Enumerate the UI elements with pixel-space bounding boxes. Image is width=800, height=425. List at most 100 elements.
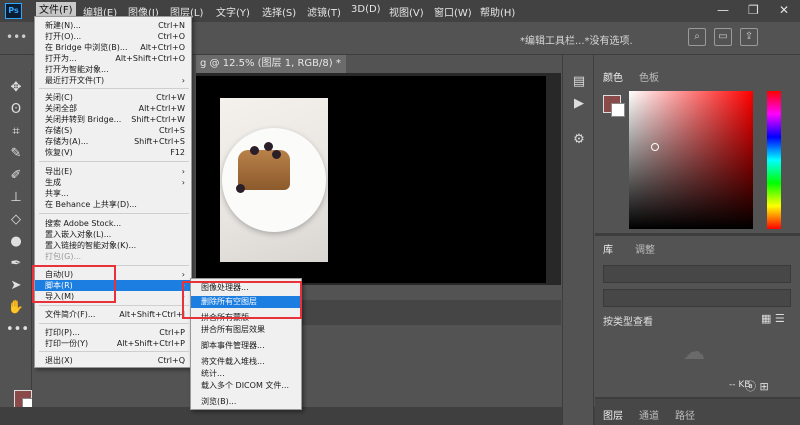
submenu-item-load-dicom[interactable]: 载入多个 DICOM 文件... <box>201 380 299 392</box>
menu-filter[interactable]: 滤镜(T) <box>307 4 341 19</box>
menu-item-place-linked[interactable]: 置入链接的智能对象(K)... <box>45 240 185 251</box>
grid-view-icon[interactable]: ▦ ☰ <box>761 312 785 325</box>
menu-item-close-to-bridge[interactable]: 关闭并转到 Bridge... Shift+Ctrl+W <box>45 114 185 125</box>
document-tab[interactable]: g @ 12.5% (图层 1, RGB/8) * <box>196 55 346 73</box>
menu-item-share-behance[interactable]: 在 Behance 上共享(D)... <box>45 199 185 210</box>
menu-item-open-smart-object[interactable]: 打开为智能对象... <box>45 64 185 75</box>
pancake-shape <box>238 150 290 190</box>
berry-shape <box>250 146 259 155</box>
menu-item-file-info[interactable]: 文件简介(F)... Alt+Shift+Ctrl+I <box>45 309 185 320</box>
history-icon[interactable]: ▤ <box>570 73 588 91</box>
menu-item-export[interactable]: 导出(E) › <box>45 166 185 177</box>
menu-item-share[interactable]: 共享... <box>45 188 185 199</box>
library-action-icons[interactable]: ⓐ ⊞ <box>745 378 769 394</box>
lasso-tool-icon[interactable]: ʘ <box>6 100 26 120</box>
menu-separator <box>39 161 189 162</box>
photoshop-logo: Ps <box>5 3 22 19</box>
color-picker-cursor[interactable] <box>651 143 659 151</box>
tools-panel: ✥ ʘ ⌗ ✎ ✐ ⊥ ◇ ● ✒ ➤ ✋ ••• <box>0 70 36 425</box>
menu-item-save-as[interactable]: 存储为(A)... Shift+Ctrl+S <box>45 136 185 147</box>
berry-shape <box>236 184 245 193</box>
menu-separator <box>39 351 189 352</box>
highlight-box-delete-empty-layers <box>182 281 302 319</box>
tab-channels[interactable]: 通道 <box>639 407 659 422</box>
submenu-item-statistics[interactable]: 统计... <box>201 368 299 380</box>
play-icon[interactable]: ▶ <box>570 95 588 113</box>
crop-tool-icon[interactable]: ⌗ <box>6 122 26 142</box>
menu-item-close-all[interactable]: 关闭全部 Alt+Ctrl+W <box>45 103 185 114</box>
file-menu-dropdown: 新建(N)... Ctrl+N 打开(O)... Ctrl+O 在 Bridge 中… <box>34 16 192 368</box>
pen-tool-icon[interactable]: ✒ <box>6 254 26 274</box>
menu-item-exit[interactable]: 退出(X) Ctrl+Q <box>45 355 185 366</box>
tab-paths[interactable]: 路径 <box>675 407 695 422</box>
menu-separator <box>39 305 189 306</box>
menu-item-browse-bridge[interactable]: 在 Bridge 中浏览(B)... Alt+Ctrl+O <box>45 42 185 53</box>
menu-separator <box>39 323 189 324</box>
library-search-field[interactable] <box>603 265 791 283</box>
restore-icon[interactable]: ❐ <box>748 3 759 17</box>
move-tool-icon[interactable]: ✥ <box>6 78 26 98</box>
creative-cloud-icon: ☁ <box>683 340 705 365</box>
brush-tool-icon[interactable]: ✐ <box>6 166 26 186</box>
workspace-icon[interactable]: ▭ <box>714 28 732 46</box>
menu-item-generate[interactable]: 生成 › <box>45 177 185 188</box>
menu-item-place-embedded[interactable]: 置入嵌入对象(L)... <box>45 229 185 240</box>
panel-dock: ▤ ▶ ⚙ <box>562 55 594 425</box>
menu-item-print[interactable]: 打印(P)... Ctrl+P <box>45 327 185 338</box>
path-select-tool-icon[interactable]: ➤ <box>6 276 26 296</box>
menu-view[interactable]: 视图(V) <box>389 4 424 19</box>
menu-item-open-as[interactable]: 打开为... Alt+Shift+Ctrl+O <box>45 53 185 64</box>
color-picker-field[interactable] <box>629 91 753 229</box>
menu-item-revert[interactable]: 恢复(V) F12 <box>45 147 185 158</box>
menu-item-close[interactable]: 关闭(C) Ctrl+W <box>45 92 185 103</box>
pancake-photo <box>220 98 328 262</box>
library-dropdown[interactable] <box>603 289 791 307</box>
eyedropper-tool-icon[interactable]: ✎ <box>6 144 26 164</box>
tab-swatches[interactable]: 色板 <box>639 69 659 84</box>
minimize-icon[interactable]: — <box>717 3 729 17</box>
berry-shape <box>264 142 273 151</box>
hue-slider[interactable] <box>767 91 781 229</box>
berry-shape <box>272 150 281 159</box>
more-tools-icon[interactable]: ••• <box>6 320 29 340</box>
stamp-tool-icon[interactable]: ⊥ <box>6 188 26 208</box>
tab-adjustments[interactable]: 调整 <box>635 241 655 256</box>
properties-icon[interactable]: ⚙ <box>570 131 588 149</box>
highlight-box-scripts <box>32 265 116 303</box>
menu-3d[interactable]: 3D(D) <box>351 4 381 15</box>
submenu-item-load-stack[interactable]: 将文件载入堆栈... <box>201 356 299 368</box>
options-icon-group: ⌕ ▭ ⇪ <box>688 28 766 46</box>
share-icon[interactable]: ⇪ <box>740 28 758 46</box>
blur-tool-icon[interactable]: ● <box>6 232 26 252</box>
panel-background-swatch[interactable] <box>611 103 625 117</box>
submenu-item-flatten-effects[interactable]: 拼合所有图层效果 <box>201 324 299 336</box>
eraser-tool-icon[interactable]: ◇ <box>6 210 26 230</box>
search-icon[interactable]: ⌕ <box>688 28 706 46</box>
menu-item-open[interactable]: 打开(O)... Ctrl+O <box>45 31 185 42</box>
menu-item-recent[interactable]: 最近打开文件(T) › <box>45 75 185 86</box>
library-view-select[interactable]: 按类型查看 <box>603 313 653 328</box>
submenu-item-browse[interactable]: 浏览(B)... <box>201 396 299 408</box>
menu-window[interactable]: 窗口(W) <box>434 4 472 19</box>
submenu-item-script-events[interactable]: 脚本事件管理器... <box>201 340 299 352</box>
close-icon[interactable]: ✕ <box>779 3 789 17</box>
menu-separator <box>39 213 189 214</box>
menu-help[interactable]: 帮助(H) <box>480 4 515 19</box>
menu-separator <box>39 88 189 89</box>
panel-divider <box>595 233 800 236</box>
right-panels: 颜色 色板 库 调整 按类型查看 ▦ ☰ ☁ -- KB ⓐ ⊞ 图层 通道 路… <box>595 55 800 425</box>
hand-tool-icon[interactable]: ✋ <box>6 298 26 318</box>
tab-libraries[interactable]: 库 <box>603 241 613 256</box>
more-tools-icon[interactable]: ••• <box>6 30 27 44</box>
menu-item-save[interactable]: 存储(S) Ctrl+S <box>45 125 185 136</box>
menu-select[interactable]: 选择(S) <box>262 4 296 19</box>
menu-item-print-one[interactable]: 打印一份(Y) Alt+Shift+Ctrl+P <box>45 338 185 349</box>
tab-layers[interactable]: 图层 <box>603 407 623 422</box>
menu-item-search-stock[interactable]: 搜索 Adobe Stock... <box>45 218 185 229</box>
menu-item-new[interactable]: 新建(N)... Ctrl+N <box>45 20 185 31</box>
menu-item-package: 打包(G)... <box>45 252 82 261</box>
menu-type[interactable]: 文字(Y) <box>216 4 250 19</box>
layers-panel-tabs: 图层 通道 路径 <box>595 397 800 425</box>
tab-color[interactable]: 颜色 <box>603 69 623 84</box>
options-hint: *编辑工具栏...*没有选项. <box>520 36 633 47</box>
